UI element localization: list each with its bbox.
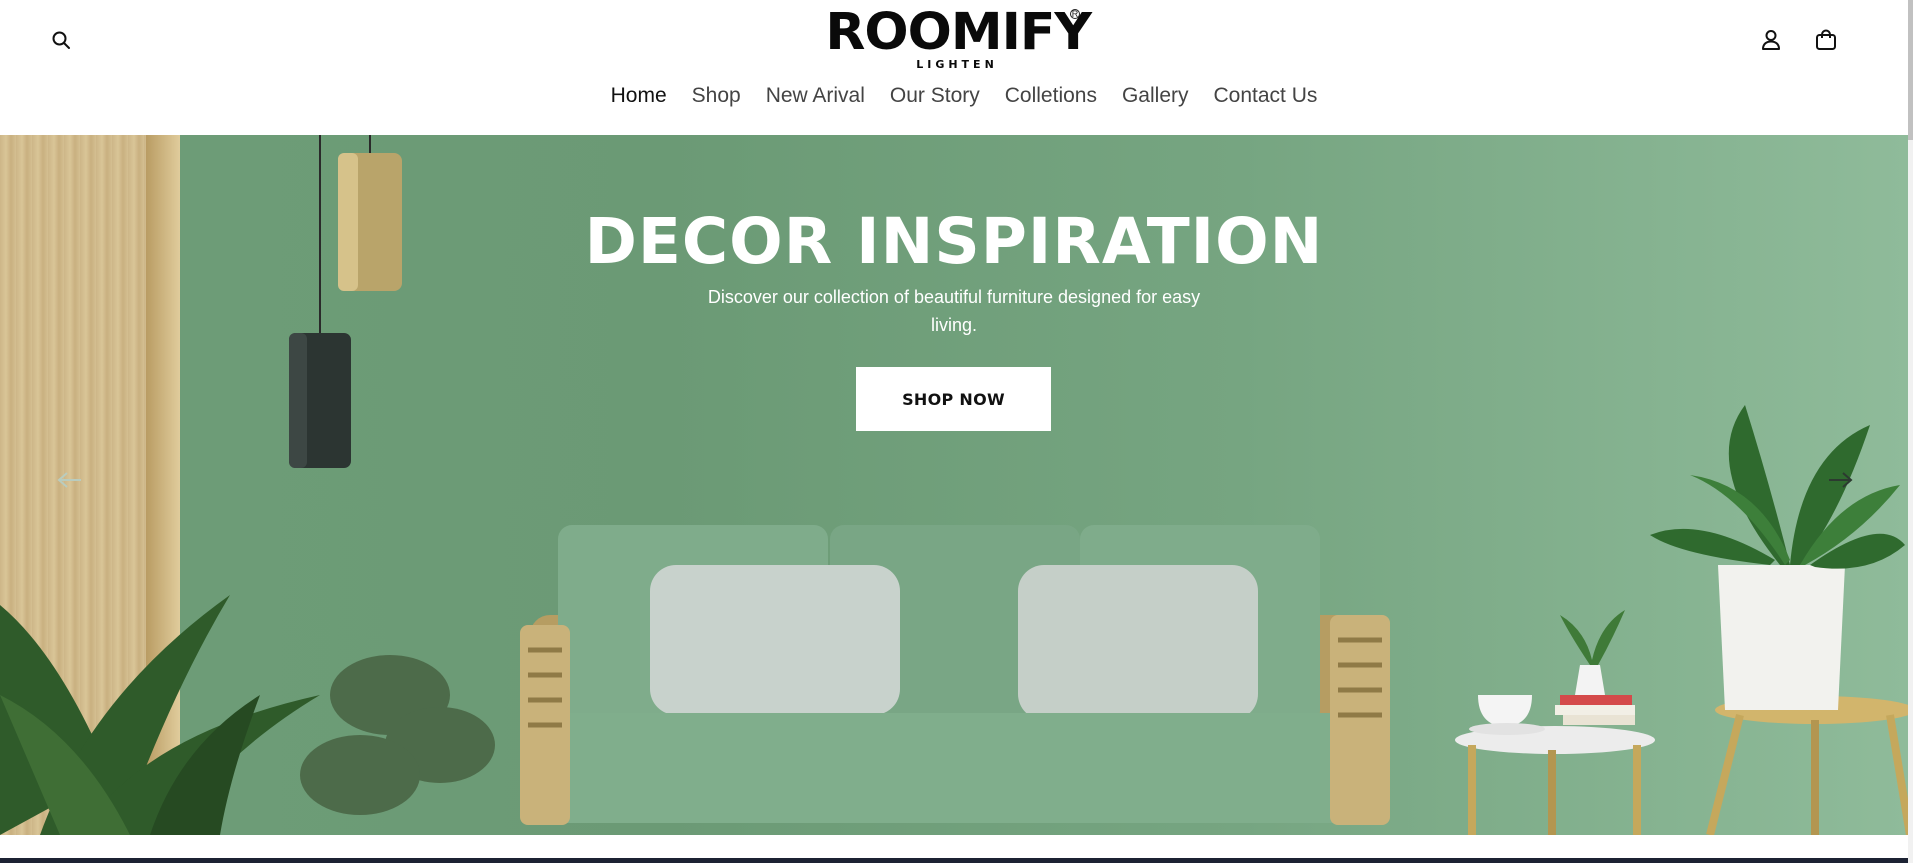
nav-item-gallery[interactable]: Gallery: [1122, 82, 1189, 110]
shop-now-button[interactable]: SHOP NOW: [856, 367, 1051, 431]
main-navigation: Home Shop New Arival Our Story Colletion…: [0, 82, 1908, 110]
nav-item-collections[interactable]: Colletions: [1005, 82, 1097, 110]
nav-item-contact-us[interactable]: Contact Us: [1214, 82, 1318, 110]
arrow-right-icon: [1829, 472, 1853, 488]
hero-subtitle: Discover our collection of beautiful fur…: [707, 287, 1201, 335]
search-icon: [52, 31, 70, 49]
cart-button[interactable]: [1811, 25, 1841, 55]
site-logo[interactable]: ROOMIFY R LIGHTEN: [825, 7, 1092, 73]
registered-mark-icon: R: [1070, 9, 1080, 19]
user-icon: [1762, 30, 1780, 50]
account-button[interactable]: [1756, 25, 1786, 55]
next-section-edge: [0, 858, 1908, 863]
nav-item-our-story[interactable]: Our Story: [890, 82, 980, 110]
nav-item-shop[interactable]: Shop: [692, 82, 741, 110]
arrow-left-icon: [57, 472, 81, 488]
search-button[interactable]: [46, 25, 76, 55]
site-header: ROOMIFY R LIGHTEN Home Shop New Arival O…: [0, 0, 1908, 134]
slider-prev-button[interactable]: [52, 465, 88, 495]
nav-item-home[interactable]: Home: [611, 82, 667, 110]
slider-next-button[interactable]: [1822, 465, 1858, 495]
hero-banner: DECOR INSPIRATION Discover our collectio…: [0, 135, 1908, 835]
shopping-bag-icon: [1816, 29, 1836, 50]
nav-item-new-arrival[interactable]: New Arival: [766, 82, 865, 110]
hero-title: DECOR INSPIRATION: [584, 205, 1324, 278]
logo-wordmark: ROOMIFY: [825, 3, 1092, 62]
page-scrollbar-thumb[interactable]: [1908, 0, 1913, 140]
